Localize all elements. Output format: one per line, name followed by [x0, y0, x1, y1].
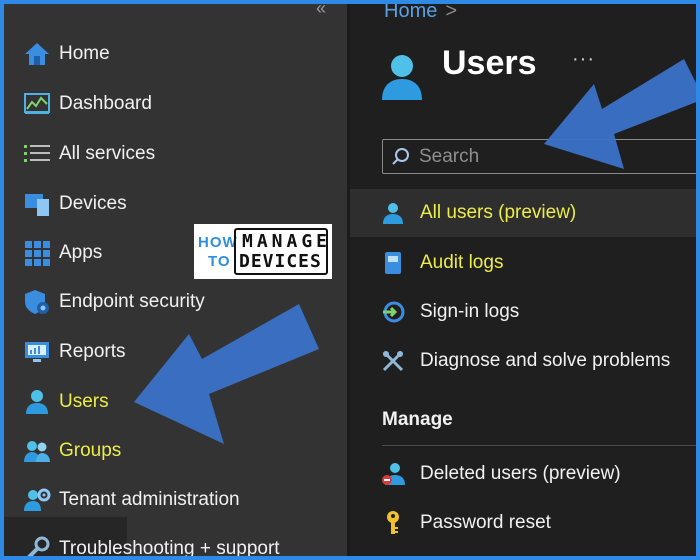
- sidebar-item-groups[interactable]: Groups: [4, 431, 347, 471]
- more-options-icon[interactable]: ···: [572, 48, 595, 71]
- how-to-manage-devices-logo: HOW TO MANAGE DEVICES: [194, 224, 332, 279]
- divider: [382, 445, 696, 446]
- logo-to: TO: [208, 253, 231, 270]
- sidebar-item-home[interactable]: Home: [4, 34, 347, 74]
- menu-item-label: Diagnose and solve problems: [420, 350, 671, 371]
- sidebar-item-label: Home: [59, 43, 110, 64]
- sidebar-item-label: Endpoint security: [59, 291, 205, 312]
- dashboard-icon: [22, 89, 52, 119]
- sidebar-item-devices[interactable]: Devices: [4, 184, 347, 224]
- logo-manage: MANAGE: [242, 231, 332, 252]
- sidebar-item-label: Tenant administration: [59, 489, 240, 510]
- shield-icon: [22, 287, 52, 317]
- menu-item-password-reset[interactable]: Password reset: [350, 499, 696, 547]
- users-blade: Home> Users ··· All users (preview) Audi…: [350, 4, 696, 556]
- search-box[interactable]: [382, 139, 696, 174]
- page-title: Users: [442, 44, 537, 82]
- sidebar-item-label: Groups: [59, 440, 122, 461]
- sidebar-item-label: Reports: [59, 341, 126, 362]
- sidebar-item-label: Devices: [59, 193, 127, 214]
- menu-item-all-users[interactable]: All users (preview): [350, 189, 696, 237]
- breadcrumb: Home >: [384, 0, 458, 23]
- menu-item-label: Sign-in logs: [420, 301, 520, 322]
- sidebar-item-endpoint-security[interactable]: Endpoint security: [4, 282, 347, 322]
- home-icon: [22, 39, 52, 69]
- key-icon: [380, 510, 406, 536]
- manage-section-heading: Manage: [382, 409, 453, 430]
- sidebar-item-users[interactable]: Users: [4, 382, 347, 422]
- sidebar-item-dashboard[interactable]: Dashboard: [4, 84, 347, 124]
- sidebar-item-label: Dashboard: [59, 93, 152, 114]
- user-icon: [22, 387, 52, 417]
- groups-icon: [22, 436, 52, 466]
- audit-log-icon: [380, 250, 406, 276]
- search-input[interactable]: [419, 144, 696, 170]
- sidebar-item-label: All services: [59, 143, 156, 164]
- wrench-icon: [22, 534, 52, 556]
- menu-item-audit-logs[interactable]: Audit logs: [350, 239, 696, 287]
- logo-devices: DEVICES: [239, 251, 322, 272]
- list-icon: [22, 139, 52, 169]
- menu-item-deleted-users[interactable]: Deleted users (preview): [350, 450, 696, 498]
- user-icon: [380, 200, 406, 226]
- menu-item-label: Audit logs: [420, 252, 504, 273]
- menu-item-diagnose[interactable]: Diagnose and solve problems: [350, 337, 696, 385]
- tenant-admin-icon: [22, 485, 52, 515]
- sidebar-item-all-services[interactable]: All services: [4, 134, 347, 174]
- sidebar-item-reports[interactable]: Reports: [4, 332, 347, 372]
- screenshot-frame: « Home Dashboard All services Devices Ap…: [0, 0, 700, 560]
- collapse-sidebar-icon[interactable]: «: [316, 4, 326, 19]
- sidebar-item-troubleshooting[interactable]: Troubleshooting + support: [4, 529, 347, 559]
- menu-item-label: All users (preview): [420, 202, 577, 223]
- menu-item-label: Password reset: [420, 512, 551, 533]
- tools-icon: [380, 348, 406, 374]
- left-sidebar: « Home Dashboard All services Devices Ap…: [4, 4, 347, 556]
- devices-icon: [22, 189, 52, 219]
- sidebar-item-tenant-administration[interactable]: Tenant administration: [4, 480, 347, 520]
- sidebar-item-label: Apps: [59, 242, 103, 263]
- sidebar-item-label: Users: [59, 391, 109, 412]
- sidebar-item-label: Troubleshooting + support: [59, 538, 280, 559]
- sign-in-icon: [380, 299, 406, 325]
- apps-grid-icon: [22, 238, 52, 268]
- deleted-user-icon: [380, 461, 406, 487]
- menu-item-sign-in-logs[interactable]: Sign-in logs: [350, 288, 696, 336]
- logo-how: HOW: [198, 234, 238, 251]
- search-icon: [391, 147, 411, 172]
- reports-icon: [22, 337, 52, 367]
- users-title-icon: [380, 52, 424, 107]
- breadcrumb-separator: >: [445, 0, 458, 22]
- menu-item-label: Deleted users (preview): [420, 463, 621, 484]
- breadcrumb-home-link[interactable]: Home: [384, 4, 437, 22]
